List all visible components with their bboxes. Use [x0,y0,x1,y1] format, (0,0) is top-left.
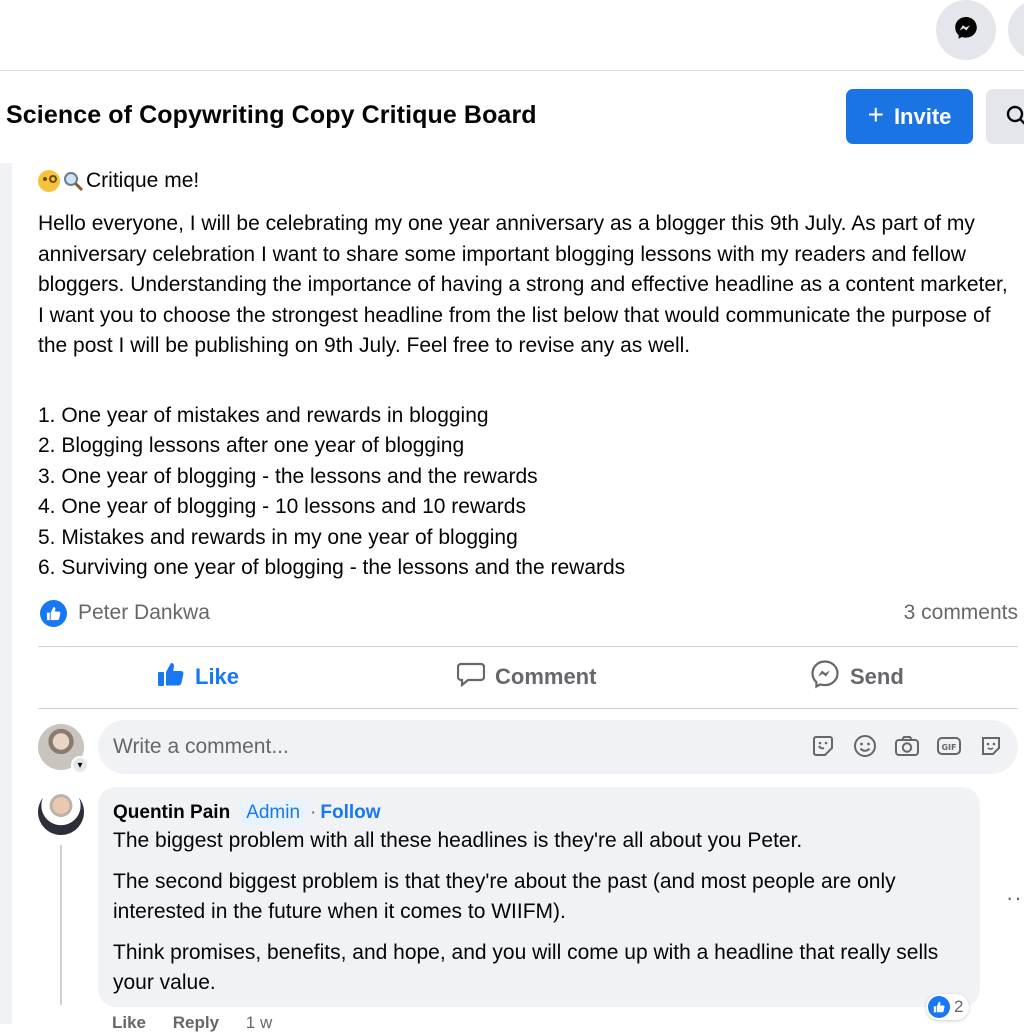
search-button[interactable] [986,89,1024,144]
smiley-icon[interactable] [852,733,878,759]
like-reaction-icon[interactable] [40,600,67,627]
post-card: Critique me! Hello everyone, I will be c… [12,163,1024,1032]
group-header: Science of Copywriting Copy Critique Boa… [0,71,1024,163]
comment-like-link[interactable]: Like [112,1013,146,1032]
svg-text:GIF: GIF [941,743,956,752]
comment-label: Comment [495,664,597,689]
comment-bubble: Quentin Pain Admin · Follow The biggest … [98,787,980,1007]
messenger-icon [953,15,979,46]
divider [38,646,1018,647]
reactions-summary: Peter Dankwa 3 comments [38,597,1018,629]
feed-background [0,163,12,1024]
avatar[interactable] [38,789,84,835]
more-options-icon[interactable]: ··· [1006,885,1024,911]
comment-paragraph: Think promises, benefits, and hope, and … [113,940,939,995]
comment-reply-link[interactable]: Reply [173,1013,219,1032]
invite-label: Invite [893,103,952,129]
reaction-count: 2 [954,997,964,1016]
headline-item: 6. Surviving one year of blogging - the … [38,556,626,580]
comment-paragraph: The second biggest problem is that they'… [113,869,896,924]
follow-link[interactable]: Follow [320,802,380,824]
like-label: Like [195,664,240,689]
headline-item: 3. One year of blogging - the lessons an… [38,464,538,488]
post-body: Hello everyone, I will be celebrating my… [38,209,1018,362]
comment-footer: Like Reply 1 w [112,1013,294,1033]
invite-button[interactable]: + Invite [846,89,973,144]
composer-toolbar: GIF [810,733,1004,759]
group-title[interactable]: Science of Copywriting Copy Critique Boa… [6,101,537,130]
headline-item: 1. One year of mistakes and rewards in b… [38,404,489,427]
account-button[interactable] [1008,0,1024,60]
divider [38,708,1018,709]
camera-icon[interactable] [894,733,920,759]
send-label: Send [850,664,904,689]
headline-item: 5. Mistakes and rewards in my one year o… [38,525,518,549]
comment-text: The biggest problem with all these headl… [113,826,973,1009]
comment-button[interactable]: Comment [456,656,597,698]
avatar-sticker-icon[interactable] [978,733,1004,759]
post-body-text: Hello everyone, I will be celebrating my… [38,212,1008,357]
headline-list: 1. One year of mistakes and rewards in b… [38,401,625,583]
gif-icon[interactable]: GIF [936,733,962,759]
post-title-text: Critique me! [86,169,200,192]
send-button[interactable]: Send [810,656,904,698]
sticker-icon[interactable] [810,733,836,759]
headline-item: 2. Blogging lessons after one year of bl… [38,434,465,458]
admin-badge: Admin [240,800,307,826]
comment-paragraph: The biggest problem with all these headl… [113,829,803,852]
face-emoji [38,170,60,192]
headline-item: 4. One year of blogging - 10 lessons and… [38,495,526,519]
top-navigation-bar [0,0,1024,71]
like-button[interactable]: Like [157,656,239,698]
separator-dot: · [310,802,317,823]
chevron-down-icon[interactable]: ▾ [71,756,89,774]
plus-icon: + [867,99,884,130]
thread-line [60,845,62,1005]
send-messenger-icon [810,659,840,695]
magnifier-emoji [62,170,84,192]
comment-icon [456,661,486,693]
thumbs-up-icon [157,661,185,693]
post-title: Critique me! [38,169,199,193]
comment-header: Quentin Pain Admin · Follow [113,800,381,826]
comment-placeholder: Write a comment... [113,735,289,758]
comment-input[interactable]: Write a comment... GIF [98,720,1018,774]
like-reaction-icon [928,996,950,1018]
messenger-button[interactable] [936,0,996,60]
comment-reactions[interactable]: 2 [926,994,970,1020]
comment-timestamp[interactable]: 1 w [246,1013,272,1032]
comments-count[interactable]: 3 comments [904,601,1018,625]
reactor-name[interactable]: Peter Dankwa [78,601,210,625]
search-icon [1006,105,1024,132]
comment-author[interactable]: Quentin Pain [113,802,230,824]
